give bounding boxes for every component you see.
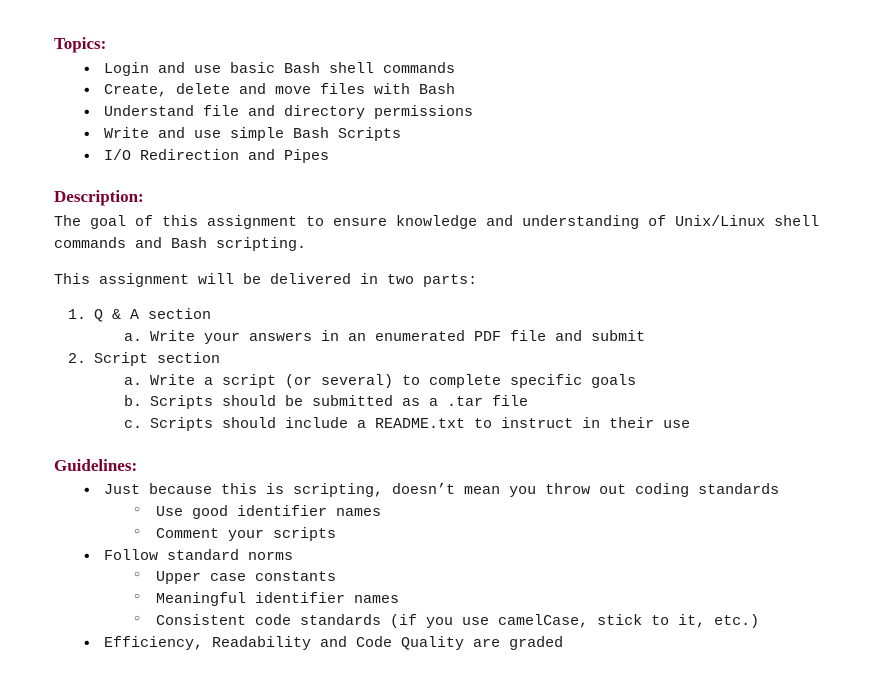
list-item: Create, delete and move files with Bash xyxy=(104,80,838,102)
part-label: Script section xyxy=(94,351,220,368)
description-heading: Description: xyxy=(54,185,838,210)
list-item: Write and use simple Bash Scripts xyxy=(104,124,838,146)
topics-heading: Topics: xyxy=(54,32,838,57)
topics-list: Login and use basic Bash shell commands … xyxy=(54,59,838,168)
list-item: Scripts should be submitted as a .tar fi… xyxy=(150,392,838,414)
list-item: Scripts should include a README.txt to i… xyxy=(150,414,838,436)
guideline-item: Efficiency, Readability and Code Quality… xyxy=(104,633,838,655)
list-item: I/O Redirection and Pipes xyxy=(104,146,838,168)
description-paragraph-2: This assignment will be delivered in two… xyxy=(54,270,838,292)
part-sublist: Write a script (or several) to complete … xyxy=(94,371,838,436)
description-paragraph-1: The goal of this assignment to ensure kn… xyxy=(54,212,838,256)
list-item: Consistent code standards (if you use ca… xyxy=(156,611,838,633)
guideline-text: Just because this is scripting, doesn’t … xyxy=(104,482,779,499)
list-item: Understand file and directory permission… xyxy=(104,102,838,124)
part-item: Script section Write a script (or severa… xyxy=(94,349,838,436)
part-label: Q & A section xyxy=(94,307,211,324)
list-item: Write your answers in an enumerated PDF … xyxy=(150,327,838,349)
list-item: Meaningful identifier names xyxy=(156,589,838,611)
list-item: Upper case constants xyxy=(156,567,838,589)
part-sublist: Write your answers in an enumerated PDF … xyxy=(94,327,838,349)
parts-list: Q & A section Write your answers in an e… xyxy=(54,305,838,436)
part-item: Q & A section Write your answers in an e… xyxy=(94,305,838,349)
list-item: Login and use basic Bash shell commands xyxy=(104,59,838,81)
guideline-item: Follow standard norms Upper case constan… xyxy=(104,546,838,633)
guideline-text: Follow standard norms xyxy=(104,548,293,565)
guideline-sublist: Use good identifier names Comment your s… xyxy=(104,502,838,546)
guideline-item: Just because this is scripting, doesn’t … xyxy=(104,480,838,545)
guideline-sublist: Upper case constants Meaningful identifi… xyxy=(104,567,838,632)
guidelines-heading: Guidelines: xyxy=(54,454,838,479)
list-item: Write a script (or several) to complete … xyxy=(150,371,838,393)
guidelines-list: Just because this is scripting, doesn’t … xyxy=(54,480,838,654)
list-item: Use good identifier names xyxy=(156,502,838,524)
guideline-text: Efficiency, Readability and Code Quality… xyxy=(104,635,563,652)
list-item: Comment your scripts xyxy=(156,524,838,546)
